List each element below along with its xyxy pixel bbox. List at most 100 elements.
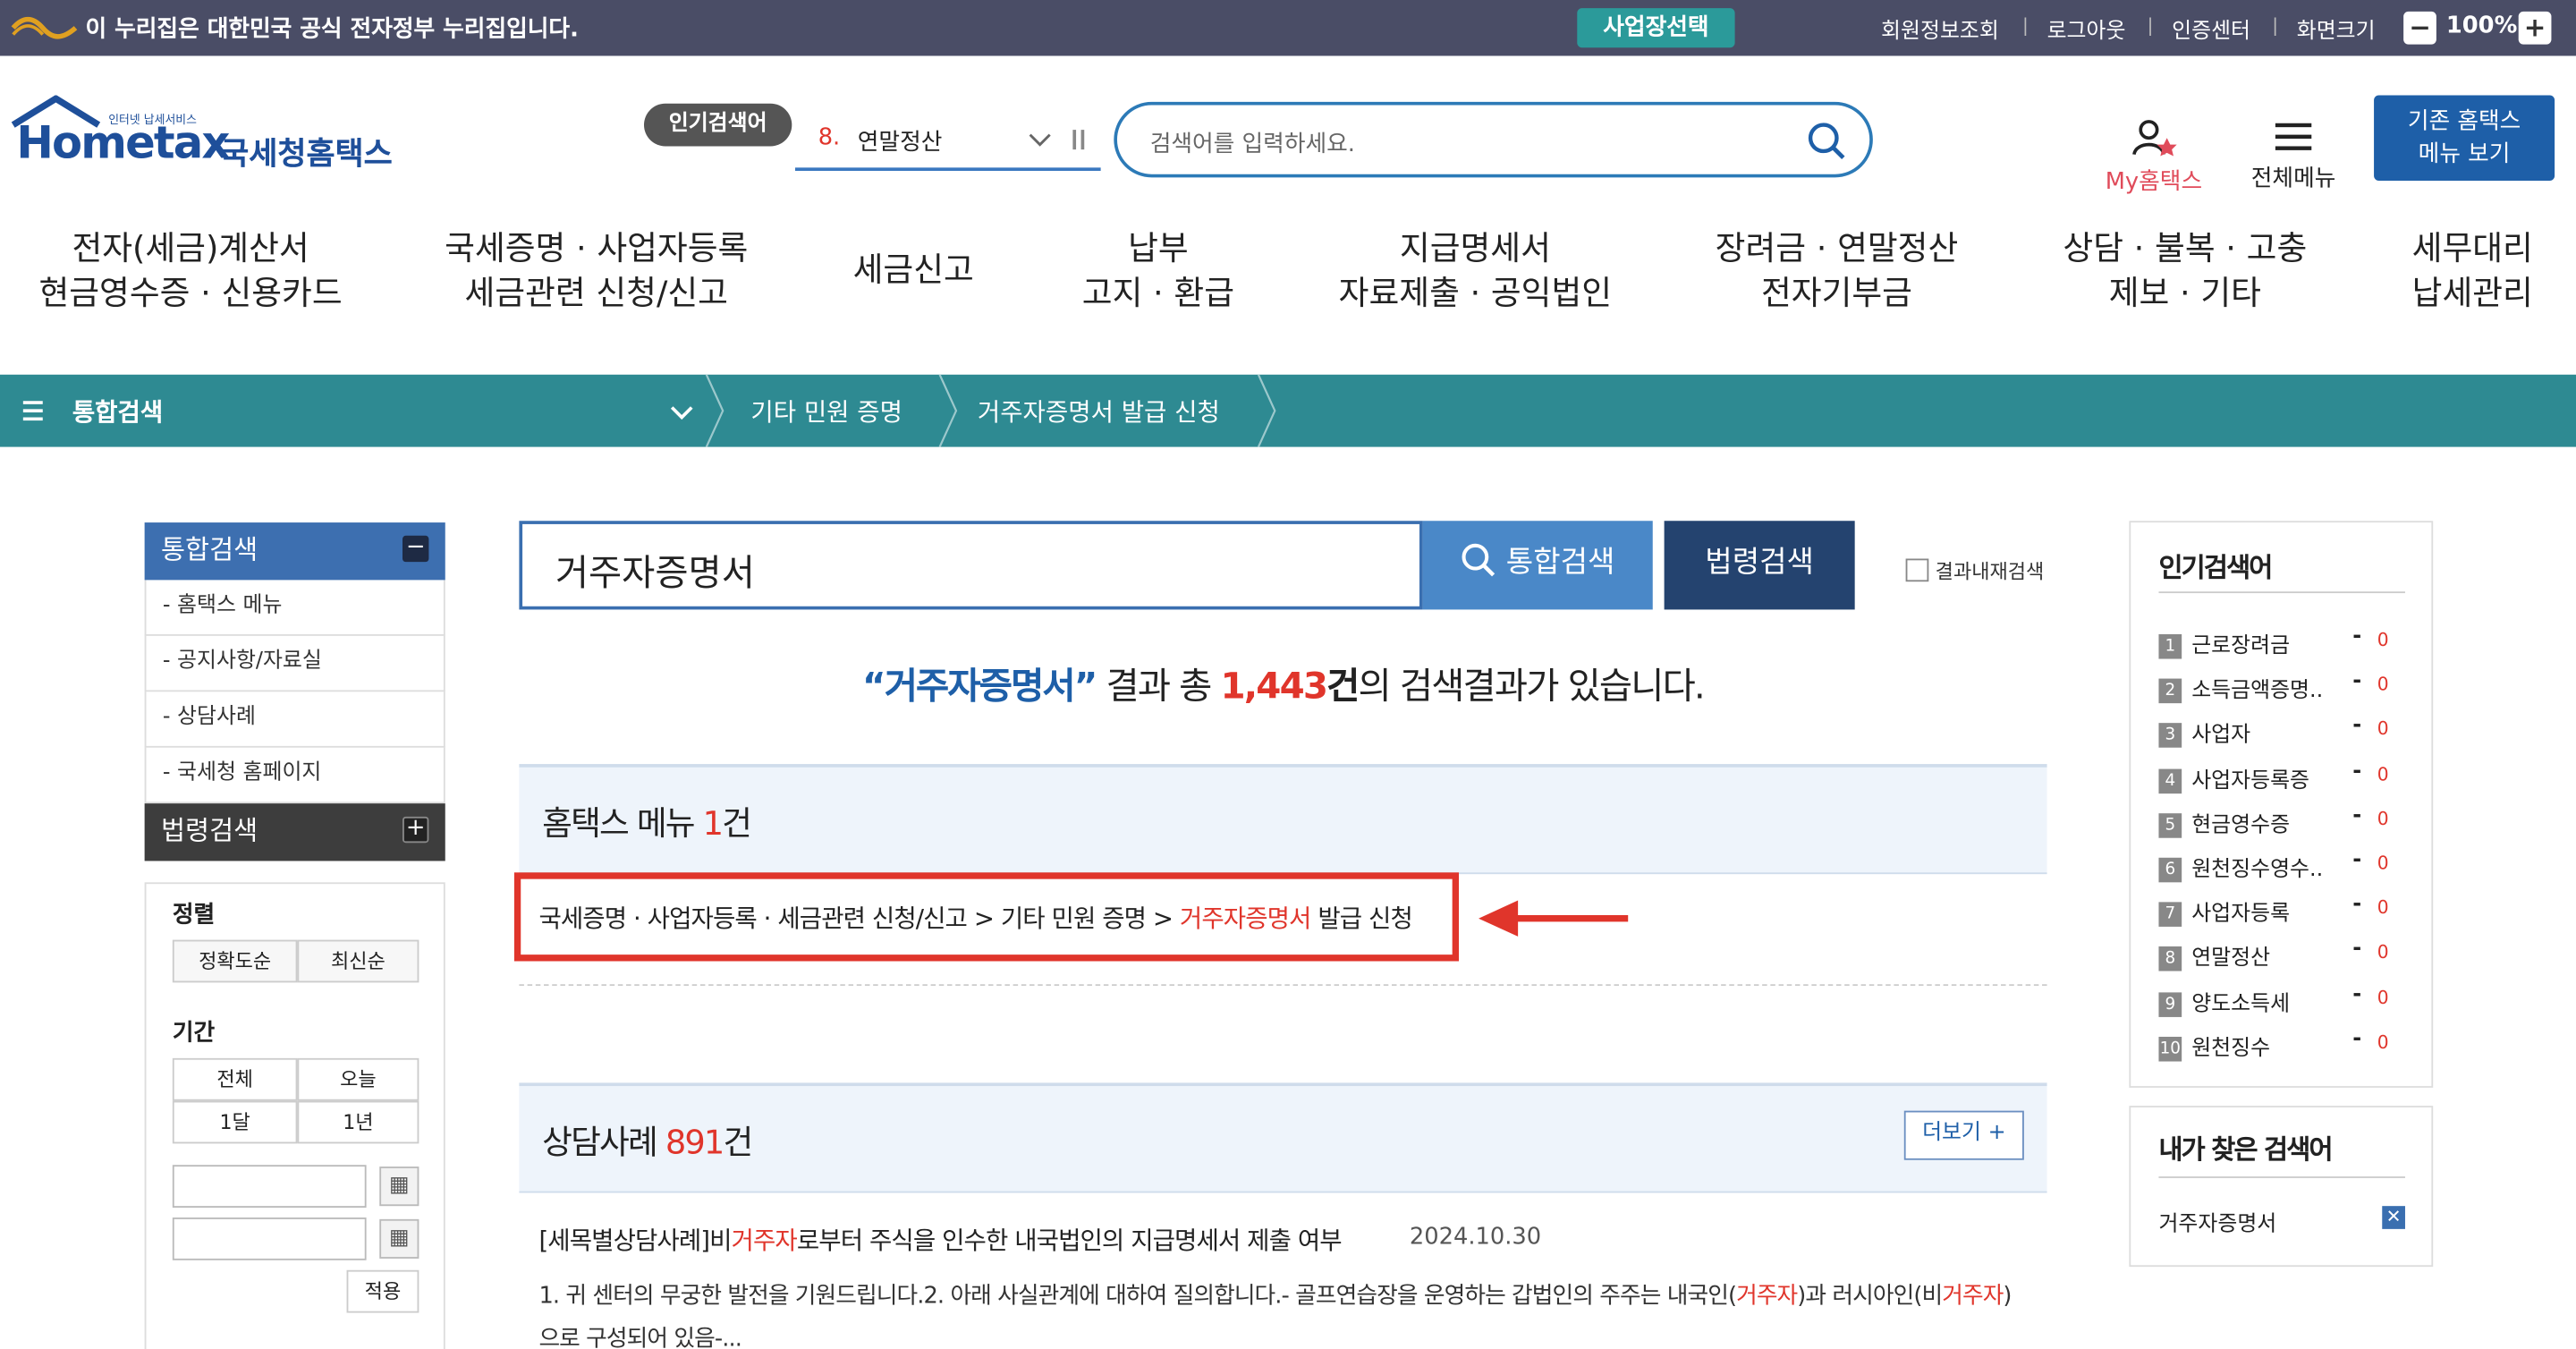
gov-banner: 이 누리집은 대한민국 공식 전자정부 누리집입니다. 사업장선택 회원정보조회… xyxy=(0,0,2576,56)
gnb-certificate[interactable]: 국세증명 · 사업자등록 세금관련 신청/신고 xyxy=(432,226,760,315)
logo-korean: 국세청홈택스 xyxy=(220,136,393,173)
chevron-down-icon[interactable] xyxy=(670,404,693,420)
popular-keyword-item[interactable]: 5 현금영수증 -0 xyxy=(2158,803,2413,838)
more-label: 더보기 xyxy=(1922,1120,1982,1146)
search-placeholder: 검색어를 입력하세요. xyxy=(1149,131,1355,158)
close-icon[interactable]: ✕ xyxy=(2382,1206,2405,1229)
gov-message: 이 누리집은 대한민국 공식 전자정부 누리집입니다. xyxy=(85,16,579,43)
gnb-line2: 고지 · 환급 xyxy=(1081,272,1235,312)
expand-icon[interactable]: + xyxy=(402,816,429,844)
breadcrumb-item[interactable]: 기타 민원 증명 xyxy=(750,395,902,429)
logout-link[interactable]: 로그아웃 xyxy=(2047,13,2126,45)
all-menu-button[interactable]: 전체메뉴 xyxy=(2244,118,2343,193)
breadcrumb-item[interactable]: 거주자증명서 발급 신청 xyxy=(978,395,1220,429)
rank-term: 원천징수 xyxy=(2191,1036,2271,1062)
title-part: 로부터 주식을 인수한 내국법인의 지급명세서 제출 여부 xyxy=(796,1226,1343,1256)
sidebar-item-hometax-menu[interactable]: - 홈택스 메뉴 xyxy=(144,580,445,636)
more-button[interactable]: 더보기 + xyxy=(1903,1110,2024,1160)
title-highlight: 거주자 xyxy=(731,1226,798,1256)
popular-keyword-item[interactable]: 6 원천징수영수.. -0 xyxy=(2158,847,2413,883)
zoom-in-button[interactable]: + xyxy=(2518,11,2552,45)
rank-change-value: 0 xyxy=(2377,763,2389,785)
zoom-level: 100% xyxy=(2445,13,2518,40)
excerpt-part: )과 러시아인(비 xyxy=(1797,1283,1943,1310)
zoom-out-button[interactable]: − xyxy=(2403,11,2436,45)
popular-keyword-item[interactable]: 7 사업자등록 -0 xyxy=(2158,893,2413,928)
gnb-statements[interactable]: 지급명세서 자료제출 · 공익법인 xyxy=(1311,226,1640,315)
consult-post-title[interactable]: [세목별상담사례]비거주자로부터 주식을 인수한 내국법인의 지급명세서 제출 … xyxy=(538,1223,1343,1258)
popular-title: 인기검색어 xyxy=(2158,552,2273,584)
divider xyxy=(519,984,2047,987)
main-search-input[interactable]: 거주자증명서 xyxy=(519,521,1423,610)
period-all-button[interactable]: 전체 xyxy=(172,1057,298,1101)
sort-title: 정렬 xyxy=(172,902,216,929)
divider xyxy=(2158,591,2405,594)
calendar-icon[interactable]: ▦ xyxy=(379,1218,419,1259)
consult-section-title: 상담사례 891건 xyxy=(542,1116,753,1163)
consult-post-date: 2024.10.30 xyxy=(1409,1224,1542,1251)
period-month-button[interactable]: 1달 xyxy=(172,1100,298,1144)
collapse-icon[interactable]: − xyxy=(402,535,429,563)
section-unit: 건 xyxy=(723,1122,753,1162)
my-keywords-panel: 내가 찾은 검색어 거주자증명서 ✕ xyxy=(2129,1106,2434,1268)
popular-keyword-item[interactable]: 10 원천징수 -0 xyxy=(2158,1027,2413,1062)
apply-button[interactable]: 적용 xyxy=(346,1269,419,1313)
sidebar-item-nts-home[interactable]: - 국세청 홈페이지 xyxy=(144,747,445,804)
my-hometax-label: My홈택스 xyxy=(2105,169,2203,196)
law-search-button[interactable]: 법령검색 xyxy=(1664,521,1855,610)
popular-keyword-item[interactable]: 4 사업자등록증 -0 xyxy=(2158,759,2413,793)
start-date-input[interactable] xyxy=(172,1165,367,1208)
gnb-line1: 장려금 · 연말정산 xyxy=(1715,228,1959,268)
business-select-button[interactable]: 사업장선택 xyxy=(1577,8,1735,48)
rank-change-dash: - xyxy=(2352,624,2362,649)
plus-icon: + xyxy=(1987,1120,2006,1146)
gnb-consult[interactable]: 상담 · 불복 · 고충 제보 · 기타 xyxy=(2038,226,2334,315)
popular-keyword-item[interactable]: 2 소득금액증명.. -0 xyxy=(2158,669,2413,704)
rank-number: 5 xyxy=(2158,812,2182,838)
popular-keyword-item[interactable]: 3 사업자 -0 xyxy=(2158,714,2413,749)
my-keyword-item[interactable]: 거주자증명서 xyxy=(2158,1206,2276,1238)
popular-keyword-item[interactable]: 8 연말정산 -0 xyxy=(2158,938,2413,972)
cert-center-link[interactable]: 인증센터 xyxy=(2172,13,2250,45)
my-hometax-button[interactable]: My홈택스 xyxy=(2097,118,2212,197)
popular-rank-dropdown[interactable]: 8. 연말정산 xyxy=(794,122,1101,172)
breadcrumb-root[interactable]: 통합검색 xyxy=(72,395,163,429)
sort-accuracy-button[interactable]: 정확도순 xyxy=(172,939,298,983)
divider: | xyxy=(2272,14,2279,37)
period-today-button[interactable]: 오늘 xyxy=(297,1057,419,1101)
old-hometax-button[interactable]: 기존 홈택스 메뉴 보기 xyxy=(2374,95,2555,182)
gnb-incentive[interactable]: 장려금 · 연말정산 전자기부금 xyxy=(1692,226,1981,315)
end-date-input[interactable] xyxy=(172,1217,367,1260)
rank-term: 소득금액증명.. xyxy=(2191,678,2324,704)
menu-section-title: 홈택스 메뉴 1건 xyxy=(542,797,752,844)
search-in-result-label: 결과내재검색 xyxy=(1935,560,2045,584)
consult-section-header: 상담사례 891건 더보기 + xyxy=(519,1082,2047,1193)
search-in-result-checkbox[interactable]: 결과내재검색 xyxy=(1905,557,2045,585)
calendar-icon[interactable]: ▦ xyxy=(379,1167,419,1207)
sidebar-integrated-header[interactable]: 통합검색 − xyxy=(144,522,445,581)
summary-term: “거주자증명서” xyxy=(861,666,1097,708)
popular-keyword-item[interactable]: 9 양도소득세 -0 xyxy=(2158,982,2413,1017)
gnb-payment[interactable]: 납부 고지 · 환급 xyxy=(1060,226,1257,315)
gnb-etax[interactable]: 전자(세금)계산서 현금영수증 · 신용카드 xyxy=(26,226,354,315)
gnb-line2: 세금관련 신청/신고 xyxy=(464,272,728,312)
popular-keyword-item[interactable]: 1 근로장려금 -0 xyxy=(2158,624,2413,659)
sort-latest-button[interactable]: 최신순 xyxy=(297,939,419,983)
rank-term: 사업자등록 xyxy=(2191,902,2291,928)
pause-icon[interactable] xyxy=(1072,128,1088,151)
header-search-input[interactable]: 검색어를 입력하세요. xyxy=(1114,101,1873,178)
rank-change-value: 0 xyxy=(2377,942,2389,964)
search-icon[interactable] xyxy=(1807,122,1846,161)
sidebar-law-header[interactable]: 법령검색 + xyxy=(144,803,445,861)
sidebar-item-notice[interactable]: - 공지사항/자료실 xyxy=(144,635,445,692)
rank-change-value: 0 xyxy=(2377,987,2389,1009)
rank-change-dash: - xyxy=(2352,847,2362,873)
checkbox-icon[interactable] xyxy=(1905,558,1929,582)
gnb-agent[interactable]: 세무대리 납세관리 xyxy=(2382,226,2563,315)
integrated-search-button[interactable]: 통합검색 xyxy=(1422,521,1653,610)
member-info-link[interactable]: 회원정보조회 xyxy=(1881,13,1999,45)
sidebar-item-consult[interactable]: - 상담사례 xyxy=(144,691,445,748)
gov-emblem-icon xyxy=(11,16,78,39)
period-year-button[interactable]: 1년 xyxy=(297,1100,419,1144)
gnb-tax-report[interactable]: 세금신고 xyxy=(815,248,1012,293)
